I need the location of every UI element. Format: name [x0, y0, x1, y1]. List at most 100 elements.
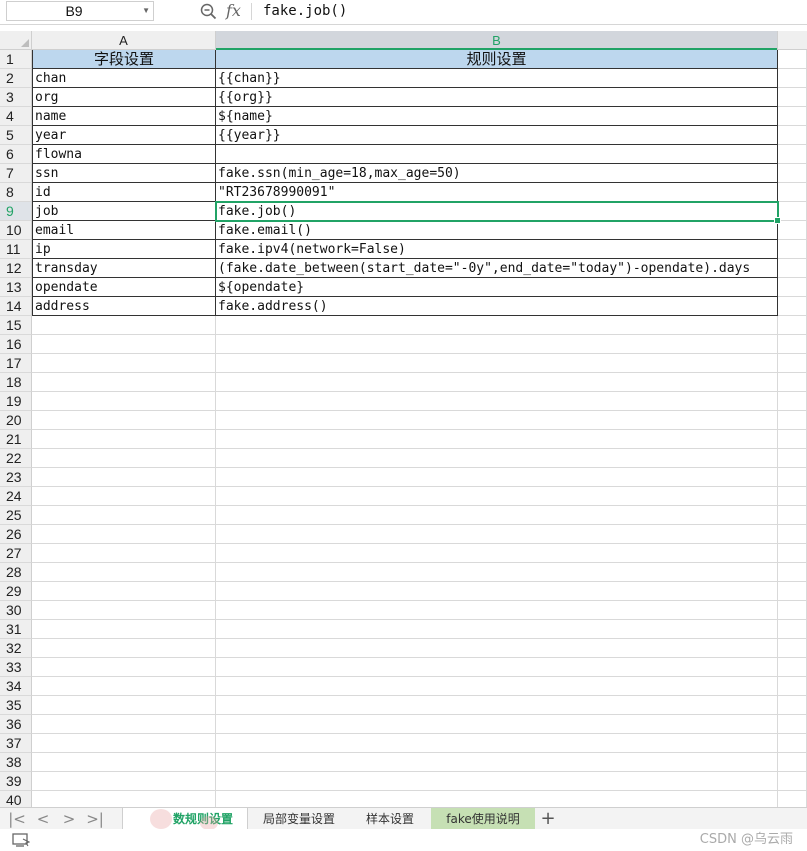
- row-header[interactable]: 5: [0, 126, 32, 145]
- cell-c[interactable]: [778, 107, 807, 126]
- cell-c[interactable]: [778, 297, 807, 316]
- cell-c[interactable]: [778, 278, 807, 297]
- cell-c[interactable]: [778, 202, 807, 221]
- row-header[interactable]: 32: [0, 639, 32, 658]
- cell-c[interactable]: [778, 696, 807, 715]
- cell-b[interactable]: [216, 639, 778, 658]
- row-header[interactable]: 18: [0, 373, 32, 392]
- cell-b[interactable]: ${opendate}: [216, 278, 778, 297]
- cell-c[interactable]: [778, 791, 807, 807]
- cell-b[interactable]: {{org}}: [216, 88, 778, 107]
- row-header[interactable]: 39: [0, 772, 32, 791]
- cell-c[interactable]: [778, 715, 807, 734]
- row-header[interactable]: 16: [0, 335, 32, 354]
- row-header[interactable]: 28: [0, 563, 32, 582]
- cell-c[interactable]: [778, 658, 807, 677]
- row-header[interactable]: 10: [0, 221, 32, 240]
- cell-a[interactable]: [32, 677, 216, 696]
- cell-a[interactable]: ip: [32, 240, 216, 259]
- cell-c[interactable]: [778, 582, 807, 601]
- cell-b[interactable]: [216, 354, 778, 373]
- row-header[interactable]: 33: [0, 658, 32, 677]
- cell-a[interactable]: [32, 658, 216, 677]
- cell-a[interactable]: [32, 487, 216, 506]
- sheet-tab-rules[interactable]: 数规则设置: [122, 808, 248, 830]
- cell-c[interactable]: [778, 639, 807, 658]
- row-header[interactable]: 1: [0, 50, 32, 69]
- row-header[interactable]: 19: [0, 392, 32, 411]
- column-header-b[interactable]: B: [216, 31, 778, 50]
- cell-b[interactable]: fake.address(): [216, 297, 778, 316]
- row-header[interactable]: 15: [0, 316, 32, 335]
- cell-a[interactable]: [32, 335, 216, 354]
- cell-b[interactable]: ${name}: [216, 107, 778, 126]
- chevron-down-icon[interactable]: ▼: [142, 2, 150, 20]
- cell-a[interactable]: [32, 525, 216, 544]
- cell-a[interactable]: [32, 430, 216, 449]
- cell-a[interactable]: [32, 468, 216, 487]
- cell-c[interactable]: [778, 563, 807, 582]
- zoom-out-icon[interactable]: [200, 3, 217, 20]
- cell-b[interactable]: [216, 392, 778, 411]
- cell-b[interactable]: [216, 411, 778, 430]
- cell-b[interactable]: {{chan}}: [216, 69, 778, 88]
- cell-b[interactable]: fake.ssn(min_age=18,max_age=50): [216, 164, 778, 183]
- cell-b[interactable]: [216, 563, 778, 582]
- cell-a[interactable]: id: [32, 183, 216, 202]
- cell-c[interactable]: [778, 734, 807, 753]
- cell-a[interactable]: year: [32, 126, 216, 145]
- row-header[interactable]: 7: [0, 164, 32, 183]
- row-header[interactable]: 23: [0, 468, 32, 487]
- cell-a[interactable]: ssn: [32, 164, 216, 183]
- cell-a[interactable]: [32, 620, 216, 639]
- row-header[interactable]: 20: [0, 411, 32, 430]
- row-header[interactable]: 27: [0, 544, 32, 563]
- cell-b[interactable]: [216, 525, 778, 544]
- cell-c[interactable]: [778, 240, 807, 259]
- cell-c[interactable]: [778, 335, 807, 354]
- column-header-a[interactable]: A: [32, 31, 216, 50]
- cell-b[interactable]: [216, 658, 778, 677]
- cell-b[interactable]: [216, 601, 778, 620]
- cell-b[interactable]: [216, 487, 778, 506]
- cell-b[interactable]: [216, 145, 778, 164]
- sheet-tab-sample[interactable]: 样本设置: [352, 808, 428, 830]
- cell-a[interactable]: address: [32, 297, 216, 316]
- cell-b[interactable]: {{year}}: [216, 126, 778, 145]
- cell-a[interactable]: opendate: [32, 278, 216, 297]
- row-header[interactable]: 36: [0, 715, 32, 734]
- row-header[interactable]: 12: [0, 259, 32, 278]
- cell-b[interactable]: [216, 316, 778, 335]
- row-header[interactable]: 24: [0, 487, 32, 506]
- cell-a[interactable]: [32, 563, 216, 582]
- select-all-corner[interactable]: [0, 31, 32, 50]
- row-header[interactable]: 40: [0, 791, 32, 807]
- cell-b[interactable]: [216, 506, 778, 525]
- row-header[interactable]: 30: [0, 601, 32, 620]
- formula-input[interactable]: fake.job(): [263, 0, 347, 22]
- cell-a[interactable]: [32, 791, 216, 807]
- cell-c[interactable]: [778, 145, 807, 164]
- cell-a[interactable]: [32, 392, 216, 411]
- spreadsheet-grid[interactable]: 1 字段设置 规则设置 2 chan {{chan}} 3 org {{org}} 4 name ${…: [0, 50, 807, 807]
- cell-b[interactable]: [216, 696, 778, 715]
- cell-c[interactable]: [778, 354, 807, 373]
- cell-b[interactable]: [216, 449, 778, 468]
- cell-c[interactable]: [778, 69, 807, 88]
- cell-b[interactable]: (fake.date_between(start_date="-0y",end_…: [216, 259, 778, 278]
- cell-a[interactable]: name: [32, 107, 216, 126]
- cell-a[interactable]: [32, 715, 216, 734]
- cell-a[interactable]: transday: [32, 259, 216, 278]
- cell-a[interactable]: [32, 601, 216, 620]
- cell-b[interactable]: fake.ipv4(network=False): [216, 240, 778, 259]
- row-header[interactable]: 29: [0, 582, 32, 601]
- cell-b[interactable]: [216, 620, 778, 639]
- cell-b[interactable]: fake.job(): [216, 202, 778, 221]
- row-header[interactable]: 21: [0, 430, 32, 449]
- row-header[interactable]: 34: [0, 677, 32, 696]
- cell-b[interactable]: [216, 544, 778, 563]
- cell-b[interactable]: [216, 734, 778, 753]
- cell-c[interactable]: [778, 772, 807, 791]
- cell-a[interactable]: [32, 449, 216, 468]
- row-header[interactable]: 35: [0, 696, 32, 715]
